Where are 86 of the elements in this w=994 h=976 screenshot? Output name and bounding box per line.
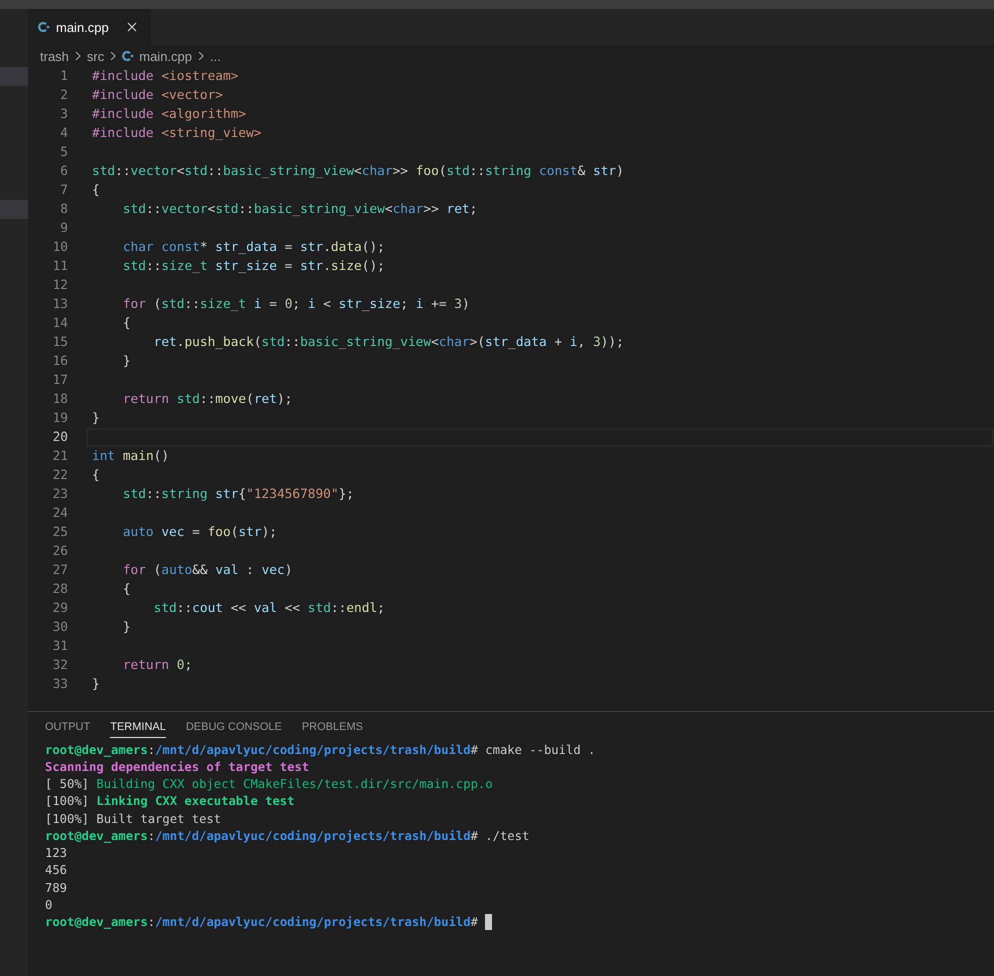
code-line: std::cout << val << std::endl; [152, 601, 385, 616]
breadcrumb-item[interactable]: src [86, 48, 104, 64]
line-number: 30 [52, 620, 68, 635]
line-number: 32 [52, 658, 68, 673]
panel-tab[interactable]: OUTPUT [45, 715, 90, 738]
line-number: 28 [52, 582, 68, 597]
terminal-line: [ 50%] Building CXX object CMakeFiles/test.dir/src/main.cpp.o [45, 777, 493, 792]
line-number: 11 [52, 259, 68, 274]
panel-tab[interactable]: DEBUG CONSOLE [186, 715, 282, 738]
terminal-line: 0 [45, 898, 52, 912]
code-line: auto vec = foo(str); [122, 525, 277, 540]
sidebar-row-highlight [0, 67, 28, 86]
code-line: for (auto&& val : vec) [122, 563, 292, 578]
line-number: 10 [52, 240, 68, 255]
line-number: 18 [52, 392, 68, 407]
terminal-line: 456 [45, 863, 68, 878]
code-line: std::vector<std::basic_string_view<char>> foo(std::string const& str) [92, 164, 624, 179]
line-number: 17 [52, 373, 68, 388]
code-line: } [122, 620, 131, 635]
chevron-right-icon [74, 51, 81, 61]
breadcrumb-item[interactable]: trash [40, 48, 69, 64]
code-line: { [122, 316, 131, 331]
line-number: 33 [52, 677, 68, 692]
code-line: { [122, 582, 131, 597]
code-line: char const* str_data = str.data(); [122, 240, 385, 255]
terminal-line: [100%] Linking CXX executable test [45, 794, 294, 808]
line-number: 29 [52, 601, 68, 616]
line-number: 4 [59, 126, 68, 141]
line-number: 7 [59, 183, 68, 198]
line-number: 25 [52, 525, 68, 540]
code-line: #include <algorithm> [92, 107, 246, 122]
line-number: 15 [52, 335, 68, 350]
close-icon[interactable] [126, 22, 137, 32]
cpp-file-icon [38, 21, 50, 33]
terminal-line: root@dev_amers:/mnt/d/apavlyuc/coding/projects/trash/build# cmake --build . [45, 742, 596, 757]
line-number: 20 [52, 430, 68, 445]
code-line: for (std::size_t i = 0; i < str_size; i += 3) [122, 297, 470, 312]
cpp-file-icon [122, 50, 134, 62]
code-line: } [92, 411, 100, 426]
code-line: { [92, 183, 100, 198]
terminal-line: root@dev_amers:/mnt/d/apavlyuc/coding/projects/trash/build# [45, 915, 478, 930]
chevron-right-icon [198, 51, 204, 61]
code-line: std::size_t str_size = str.size(); [122, 259, 385, 274]
line-number: 22 [52, 468, 68, 483]
line-number: 14 [52, 316, 68, 331]
terminal-line: root@dev_amers:/mnt/d/apavlyuc/coding/projects/trash/build# ./test [45, 828, 530, 843]
line-number: 1 [59, 69, 68, 84]
line-number: 21 [52, 449, 68, 464]
breadcrumb-item[interactable]: ... [210, 48, 221, 64]
code-line: #include <string_view> [92, 126, 262, 141]
line-number: 9 [59, 221, 68, 236]
line-number: 26 [52, 544, 68, 559]
code-line: { [92, 468, 100, 483]
line-number: 6 [59, 164, 68, 179]
line-number: 8 [59, 202, 68, 217]
code-line: int main() [92, 449, 170, 464]
code-line: } [92, 677, 100, 692]
line-number: 23 [52, 487, 68, 502]
sidebar-row-highlight [0, 200, 28, 219]
terminal-line: 123 [45, 846, 68, 860]
editor-tab[interactable]: main.cpp [28, 9, 151, 45]
line-number: 13 [52, 297, 68, 312]
code-line: #include <iostream> [92, 69, 238, 84]
code-line: #include <vector> [92, 88, 223, 103]
line-number: 27 [52, 563, 68, 578]
code-line: return 0; [122, 658, 192, 673]
line-number: 19 [52, 411, 68, 426]
panel-tab[interactable]: TERMINAL [110, 715, 166, 738]
code-line: ret.push_back(std::basic_string_view<char>(str_data + i, 3)); [152, 335, 624, 350]
breadcrumb-item[interactable]: main.cpp [139, 48, 192, 64]
terminal-line: Scanning dependencies of target test [45, 760, 310, 774]
terminal-line: 789 [45, 880, 68, 895]
line-number: 24 [52, 506, 68, 521]
chevron-right-icon [110, 51, 116, 61]
panel-tab[interactable]: PROBLEMS [302, 715, 363, 738]
terminal-line: [100%] Built target test [45, 812, 222, 826]
line-number: 2 [59, 88, 68, 103]
code-line: } [122, 354, 131, 369]
line-number: 16 [52, 354, 68, 369]
code-line: std::string str{"1234567890"}; [122, 487, 354, 502]
line-number: 3 [59, 107, 68, 122]
code-line: return std::move(ret); [122, 392, 292, 407]
code-line: std::vector<std::basic_string_view<char>> ret; [122, 202, 478, 217]
line-number: 31 [52, 639, 68, 654]
line-number: 12 [52, 278, 68, 293]
line-number: 5 [59, 145, 68, 160]
